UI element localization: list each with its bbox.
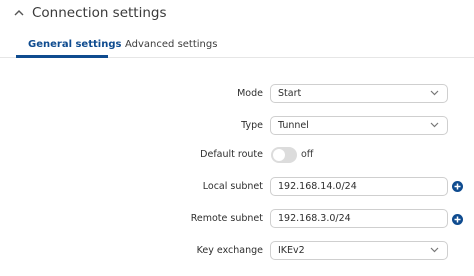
add-local-subnet-button[interactable] [452,181,463,192]
mode-label: Mode [237,88,263,99]
local-subnet-value: 192.168.14.0/24 [278,181,357,192]
key-exchange-label: Key exchange [196,245,263,256]
type-select[interactable]: Tunnel [270,116,448,135]
plus-circle-icon [454,216,461,223]
tab-advanced-settings[interactable]: Advanced settings [125,38,217,52]
mode-value: Start [278,88,302,99]
plus-circle-icon [454,183,461,190]
local-subnet-label: Local subnet [202,181,263,192]
local-subnet-input[interactable]: 192.168.14.0/24 [270,177,448,196]
default-route-label: Default route [200,149,263,160]
default-route-state: off [301,149,314,160]
default-route-toggle[interactable] [271,147,297,163]
tab-bar: General settings Advanced settings [0,0,474,60]
mode-select[interactable]: Start [270,84,448,103]
tab-general-settings[interactable]: General settings [28,38,121,52]
remote-subnet-label: Remote subnet [190,213,263,224]
active-tab-indicator [16,55,108,58]
chevron-down-icon [430,122,439,128]
chevron-down-icon [430,90,439,96]
type-label: Type [241,120,263,131]
add-remote-subnet-button[interactable] [452,214,463,225]
key-exchange-value: IKEv2 [278,245,305,256]
remote-subnet-value: 192.168.3.0/24 [278,213,351,224]
toggle-knob [273,149,285,161]
key-exchange-select[interactable]: IKEv2 [270,241,448,260]
type-value: Tunnel [278,120,309,131]
remote-subnet-input[interactable]: 192.168.3.0/24 [270,209,448,228]
chevron-down-icon [430,247,439,253]
